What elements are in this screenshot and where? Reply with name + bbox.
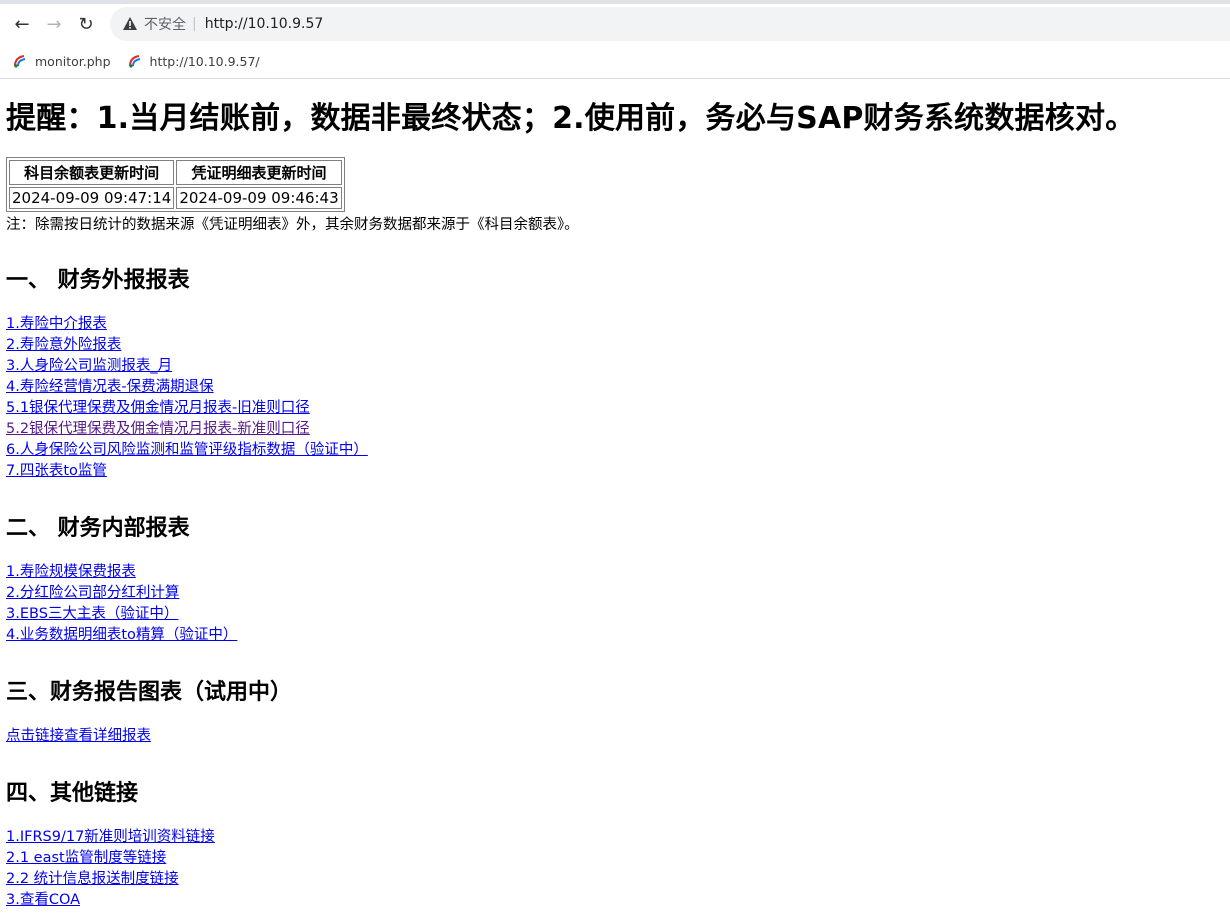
bookmark-home[interactable]: http://10.10.9.57/ (127, 53, 260, 69)
report-link[interactable]: 2.2 统计信息报送制度链接 (6, 869, 1224, 890)
data-source-note: 注：除需按日统计的数据来源《凭证明细表》外，其余财务数据都来源于《科目余额表》。 (6, 217, 579, 233)
bookmarks-bar: monitor.php http://10.10.9.57/ (0, 44, 1230, 79)
report-link[interactable]: 3.EBS三大主表（验证中） (6, 604, 1224, 625)
report-link[interactable]: 5.1银保代理保费及佣金情况月报表-旧准则口径 (6, 398, 1224, 419)
report-link[interactable]: 4.寿险经营情况表-保费满期退保 (6, 377, 1224, 398)
not-secure-label[interactable]: 不安全 (144, 14, 186, 34)
reload-button[interactable]: ↻ (72, 10, 100, 38)
bookmark-label: http://10.10.9.57/ (149, 53, 260, 69)
section-links: 1.寿险规模保费报表 2.分红险公司部分红利计算 3.EBS三大主表（验证中） … (6, 562, 1224, 646)
section-title: 四、其他链接 (6, 781, 139, 806)
section-links: 点击链接查看详细报表 (6, 726, 1224, 747)
section-title: 三、财务报告图表（试用中） (6, 680, 293, 705)
site-favicon-icon (14, 55, 26, 68)
divider: | (192, 16, 197, 32)
browser-toolbar: ← → ↻ 不安全 | http://10.10.9.57 (0, 4, 1230, 44)
section-links: 1.寿险中介报表 2.寿险意外险报表 3.人身险公司监测报表_月 4.寿险经营情… (6, 314, 1224, 482)
back-button[interactable]: ← (8, 10, 36, 38)
report-link[interactable]: 5.2银保代理保费及佣金情况月报表-新准则口径 (6, 419, 1224, 440)
report-link[interactable]: 1.寿险规模保费报表 (6, 562, 1224, 583)
report-link[interactable]: 6.人身保险公司风险监测和监管评级指标数据（验证中） (6, 440, 1224, 461)
section-title: 二、 财务内部报表 (6, 516, 190, 541)
bookmark-monitor[interactable]: monitor.php (12, 53, 111, 69)
forward-arrow-icon: → (46, 13, 62, 35)
report-link[interactable]: 3.人身险公司监测报表_月 (6, 356, 1224, 377)
bookmark-label: monitor.php (35, 53, 111, 69)
report-link[interactable]: 3.查看COA (6, 890, 1224, 911)
update-time-table: 科目余额表更新时间 凭证明细表更新时间 2024-09-09 09:47:14 … (6, 157, 345, 212)
reload-icon: ↻ (78, 13, 94, 35)
report-link[interactable]: 1.寿险中介报表 (6, 314, 1224, 335)
page-content: 提醒：1.当月结账前，数据非最终状态；2.使用前，务必与SAP财务系统数据核对。… (0, 79, 1230, 919)
section-title: 一、 财务外报报表 (6, 268, 190, 293)
forward-button[interactable]: → (40, 10, 68, 38)
report-link[interactable]: 2.寿险意外险报表 (6, 335, 1224, 356)
site-favicon-icon (128, 55, 140, 68)
report-link[interactable]: 点击链接查看详细报表 (6, 726, 1224, 747)
warning-triangle-icon (123, 17, 137, 30)
report-link[interactable]: 7.四张表to监管 (6, 461, 1224, 482)
table-cell: 2024-09-09 09:47:14 (9, 187, 175, 209)
back-arrow-icon: ← (14, 13, 30, 35)
table-header: 科目余额表更新时间 (9, 160, 175, 185)
report-link[interactable]: 4.业务数据明细表to精算（验证中） (6, 625, 1224, 646)
reminder-heading: 提醒：1.当月结账前，数据非最终状态；2.使用前，务必与SAP财务系统数据核对。 (6, 101, 1136, 136)
report-link[interactable]: 2.分红险公司部分红利计算 (6, 583, 1224, 604)
report-link[interactable]: 2.1 east监管制度等链接 (6, 848, 1224, 869)
report-link[interactable]: 1.IFRS9/17新准则培训资料链接 (6, 827, 1224, 848)
section-links: 1.IFRS9/17新准则培训资料链接 2.1 east监管制度等链接 2.2 … (6, 827, 1224, 911)
table-cell: 2024-09-09 09:46:43 (176, 187, 342, 209)
url-text[interactable]: http://10.10.9.57 (205, 16, 324, 32)
address-bar[interactable]: 不安全 | http://10.10.9.57 (110, 7, 1230, 41)
table-header: 凭证明细表更新时间 (176, 160, 342, 185)
